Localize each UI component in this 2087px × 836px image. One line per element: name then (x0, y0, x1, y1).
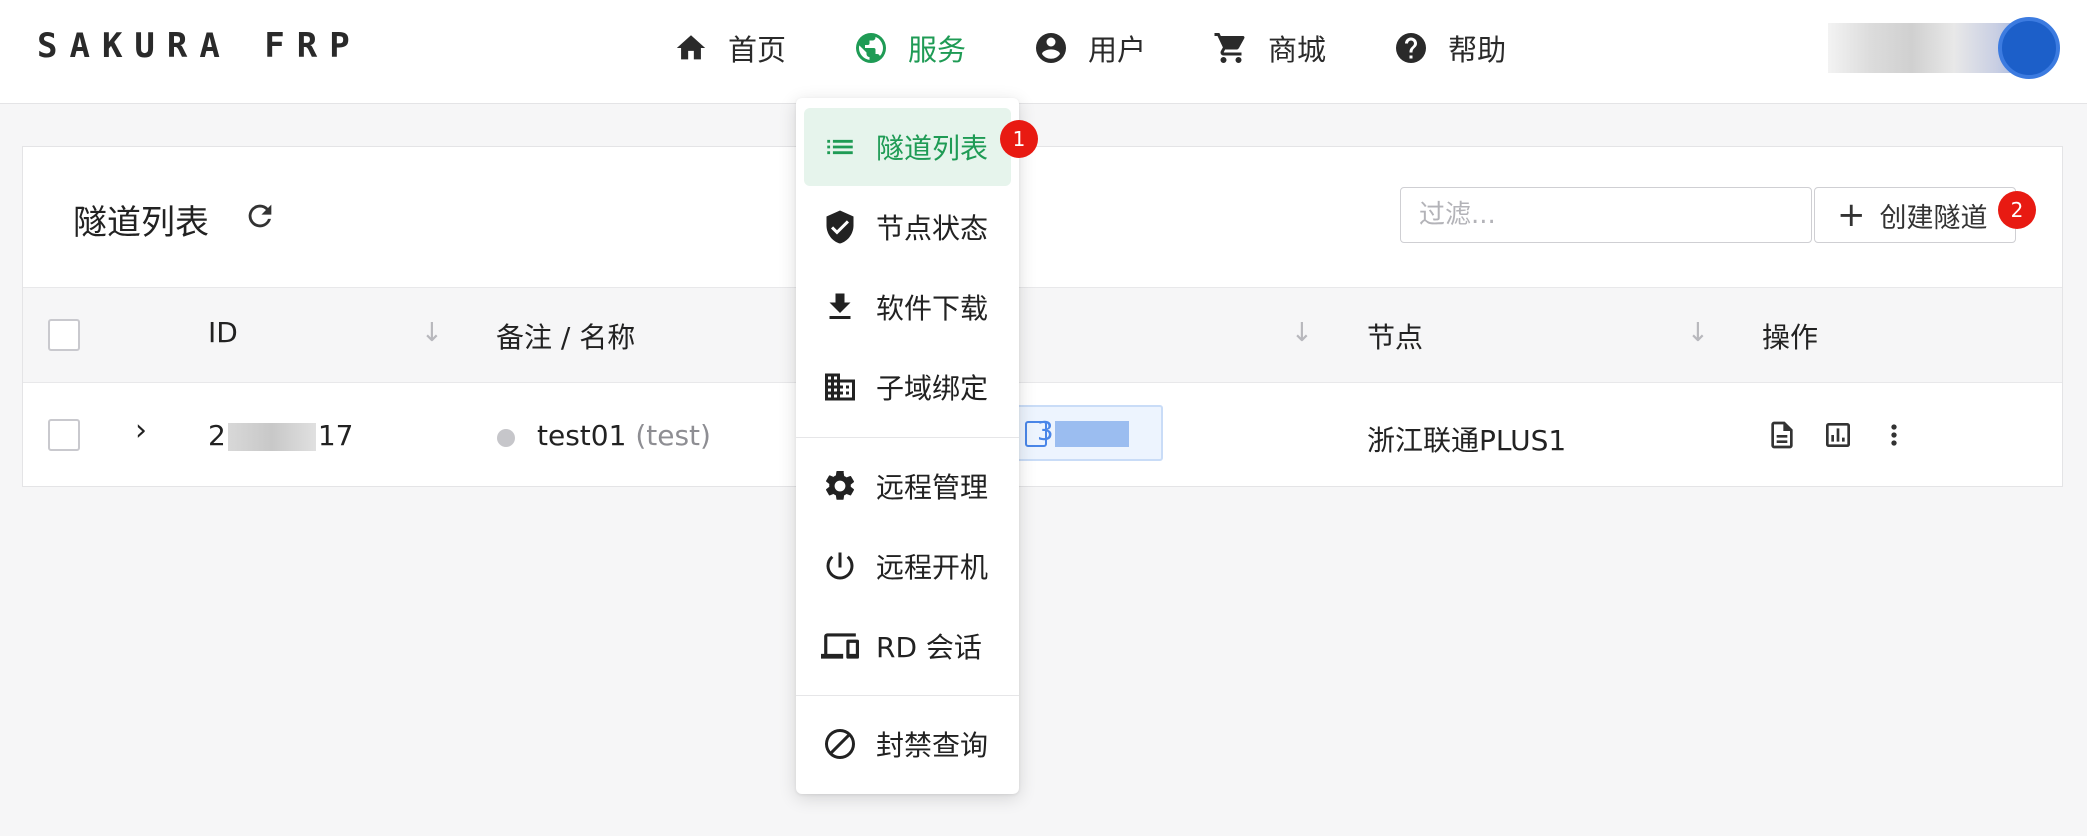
menu-item-subdomain-binding[interactable]: 子域绑定 (804, 348, 1011, 426)
nav-help[interactable]: 帮助 (1370, 20, 1528, 76)
block-icon (818, 722, 862, 766)
page-title: 隧道列表 (73, 203, 209, 243)
nav-home[interactable]: 首页 (650, 20, 808, 76)
list-icon (818, 125, 862, 169)
menu-item-tunnel-list[interactable]: 隧道列表 (804, 108, 1011, 186)
account-circle-icon (1032, 29, 1070, 67)
table-header: ID ↓ 备注 / 名称 ↓ 节点 ↓ 操作 (23, 287, 2062, 383)
menu-item-label: 远程开机 (876, 551, 989, 584)
refresh-icon[interactable] (243, 199, 281, 237)
node-name: 浙江联通PLUS1 (1367, 424, 1567, 457)
create-tunnel-label: 创建隧道 (1879, 202, 1988, 234)
menu-item-ban-query[interactable]: 封禁查询 (804, 705, 1011, 783)
menu-item-label: 远程管理 (876, 471, 989, 504)
gear-icon (818, 464, 862, 508)
devices-icon (818, 624, 862, 668)
sort-arrow-icon[interactable]: ↓ (1291, 318, 1313, 348)
sort-arrow-icon[interactable]: ↓ (1687, 318, 1709, 348)
menu-item-remote-power-on[interactable]: 远程开机 (804, 527, 1011, 605)
more-vert-icon[interactable] (1874, 415, 1914, 455)
row-checkbox[interactable] (48, 419, 80, 451)
address-start: 3 (1037, 417, 1054, 447)
services-dropdown-menu: 隧道列表 节点状态 软件下载 子域绑定 远程管理 远程开机 RD 会话 封禁查询 (796, 98, 1019, 794)
tunnel-id: 2 17 (208, 419, 353, 452)
create-tunnel-button[interactable]: + 创建隧道 (1814, 187, 2016, 243)
table-row[interactable]: › 2 17 test01 (test) 3 浙江联通PLUS1 (23, 383, 2062, 487)
step-badge-1: 1 (1000, 120, 1038, 158)
column-header-actions: 操作 (1762, 321, 1819, 354)
nav-shop[interactable]: 商城 (1190, 20, 1348, 76)
menu-item-node-status[interactable]: 节点状态 (804, 188, 1011, 266)
expand-chevron-icon[interactable]: › (135, 413, 147, 448)
nav-shop-label: 商城 (1268, 33, 1327, 67)
power-icon (818, 544, 862, 588)
menu-item-rd-session[interactable]: RD 会话 (804, 607, 1011, 685)
download-icon (818, 285, 862, 329)
menu-item-software-download[interactable]: 软件下载 (804, 268, 1011, 346)
address-copy-chip[interactable]: 3 (1013, 405, 1163, 461)
top-app-bar: SAKURA FRP 首页 服务 用户 商城 帮助 (0, 0, 2087, 104)
main-nav: 首页 服务 用户 商城 帮助 (650, 20, 1550, 76)
menu-divider (796, 695, 1019, 696)
nav-user-label: 用户 (1088, 33, 1147, 67)
help-circle-icon (1392, 29, 1430, 67)
plus-icon: + (1837, 195, 1866, 235)
globe-icon (852, 29, 890, 67)
log-file-icon[interactable] (1762, 415, 1802, 455)
nav-services-label: 服务 (908, 33, 967, 67)
nav-services[interactable]: 服务 (830, 20, 988, 76)
tunnel-note: (test) (635, 419, 711, 452)
column-header-node[interactable]: 节点 (1367, 316, 1423, 356)
avatar[interactable] (1998, 17, 2060, 79)
nav-help-label: 帮助 (1448, 33, 1507, 67)
statistics-icon[interactable] (1818, 415, 1858, 455)
tunnel-name: test01 (537, 419, 627, 452)
tunnel-id-end: 17 (317, 419, 354, 452)
tunnel-name-cell: test01 (test) (537, 419, 711, 452)
column-header-name[interactable]: 备注 / 名称 (496, 316, 635, 356)
home-icon (672, 29, 710, 67)
user-account-area[interactable] (1828, 17, 2064, 79)
select-all-checkbox[interactable] (48, 319, 80, 351)
menu-item-remote-management[interactable]: 远程管理 (804, 447, 1011, 525)
card-header: 隧道列表 + 创建隧道 2 (23, 147, 2062, 287)
menu-item-label: 软件下载 (876, 292, 989, 325)
sort-arrow-icon[interactable]: ↓ (421, 318, 443, 348)
cart-icon (1212, 29, 1250, 67)
nav-user[interactable]: 用户 (1010, 20, 1168, 76)
nav-home-label: 首页 (728, 33, 787, 67)
tunnel-list-card: 隧道列表 + 创建隧道 2 ID ↓ 备注 / 名称 ↓ 节点 ↓ 操作 › 2… (22, 146, 2063, 487)
shield-check-icon (818, 205, 862, 249)
address-redacted (1055, 421, 1129, 447)
tunnel-id-redacted (227, 423, 316, 451)
status-dot (497, 429, 515, 447)
column-header-id[interactable]: ID (208, 316, 238, 349)
menu-divider (796, 437, 1019, 438)
tunnel-id-start: 2 (208, 419, 226, 452)
menu-item-label: 隧道列表 (876, 132, 989, 165)
menu-item-label: 子域绑定 (876, 372, 989, 405)
menu-item-label: RD 会话 (876, 631, 982, 664)
step-badge-2: 2 (1998, 191, 2036, 229)
domain-icon (818, 365, 862, 409)
menu-item-label: 封禁查询 (876, 729, 989, 762)
filter-input[interactable] (1400, 187, 1812, 243)
menu-item-label: 节点状态 (876, 212, 989, 245)
brand-logo[interactable]: SAKURA FRP (37, 26, 362, 66)
